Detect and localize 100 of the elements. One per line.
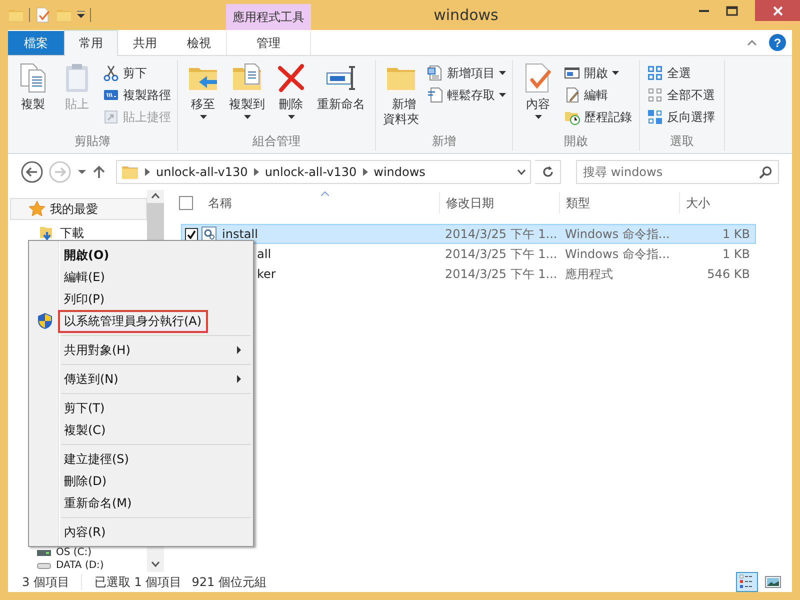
type-cell-text: Windows 命令指... (564, 226, 671, 242)
menu-item[interactable]: 剪下(T) (31, 397, 251, 419)
list-icon (739, 574, 755, 590)
nav-item[interactable]: 下載 (10, 222, 147, 244)
help-button[interactable]: ? (769, 34, 786, 51)
maximize-icon (726, 6, 738, 16)
submenu-arrow-icon (237, 346, 241, 354)
file-menu-button[interactable]: 檔案 (8, 31, 64, 55)
folder-icon (8, 7, 24, 23)
ribbon-button[interactable]: 輕鬆存取 (424, 84, 509, 106)
selection-size: 921 個位元組 (192, 574, 266, 590)
collapse-ribbon-button[interactable] (747, 40, 757, 46)
refresh-button[interactable] (535, 160, 561, 184)
date-cell-text: 2014/3/25 下午 1... (444, 266, 558, 282)
breadcrumb[interactable]: unlock-all-v130 (264, 165, 357, 179)
ribbon-tab[interactable]: 檢視 (172, 31, 226, 55)
select-all-checkbox[interactable] (179, 196, 193, 210)
ribbon-button[interactable]: 複製 (12, 60, 54, 133)
address-bar[interactable]: unlock-all-v130 unlock-all-v130 windows (116, 160, 532, 184)
type-cell-text: 應用程式 (564, 266, 614, 282)
menu-item[interactable]: 刪除(D) (31, 470, 251, 492)
caret-icon (534, 115, 542, 119)
group-label: 剪貼簿 (74, 133, 110, 150)
ribbon-button[interactable]: 全選 (644, 62, 718, 84)
checkbox[interactable] (185, 228, 198, 240)
caret-icon (612, 71, 619, 75)
item-count: 3 個項目 (22, 574, 70, 590)
date-cell-text: 2014/3/25 下午 1... (444, 226, 558, 242)
highlighted-label: 以系統管理員身分執行(A) (58, 310, 208, 332)
column-header[interactable]: 類型 (560, 192, 680, 214)
ribbon-button[interactable]: 新增項目 (424, 62, 509, 84)
grid-icon (647, 65, 663, 81)
ribbon-button[interactable]: 重新命名 (314, 60, 368, 133)
ribbon-button[interactable]: 剪下 (100, 62, 174, 84)
up-button[interactable] (92, 165, 106, 179)
nav-item[interactable]: OS (C:) (10, 546, 147, 559)
menu-item[interactable]: 傳送到(N) (31, 368, 251, 390)
menu-item[interactable]: 開啟(O) (31, 244, 251, 266)
size-cell-text: 1 KB (721, 247, 751, 261)
gear-file-icon (201, 226, 217, 242)
file-name: install (222, 227, 258, 241)
close-icon (772, 6, 782, 16)
menu-item[interactable]: 建立捷徑(S) (31, 448, 251, 470)
grid-outline-icon (647, 87, 663, 103)
chevron-up-icon (747, 40, 757, 46)
ribbon-button[interactable]: 新增資料夾 (380, 60, 422, 133)
menu-item[interactable]: 列印(P) (31, 288, 251, 310)
back-button[interactable] (20, 160, 44, 184)
breadcrumb[interactable]: windows (374, 165, 426, 179)
column-header[interactable]: 名稱 (202, 192, 440, 214)
close-button[interactable] (755, 0, 800, 21)
refresh-icon (542, 166, 554, 178)
page-check-icon (35, 7, 51, 23)
star-icon (29, 201, 45, 217)
folder-download-icon (39, 225, 55, 241)
group-label: 選取 (670, 133, 694, 150)
ribbon-button[interactable]: 編輯 (561, 84, 635, 106)
ribbon-button[interactable]: 複製路徑 (100, 84, 174, 106)
menu-item[interactable]: 以系統管理員身分執行(A) (31, 310, 251, 332)
folder-clock-icon (564, 109, 580, 125)
new-item-icon (427, 65, 443, 81)
nav-item[interactable]: DATA (D:) (10, 559, 147, 572)
column-header[interactable]: 大小 (680, 192, 756, 214)
ribbon-button[interactable]: 開啟 (561, 62, 635, 84)
menu-item[interactable]: 重新命名(M) (31, 492, 251, 514)
type-cell-text: Windows 命令指... (564, 246, 671, 262)
back-icon (20, 160, 44, 184)
shortcut-icon (103, 109, 119, 125)
menu-item[interactable]: 複製(C) (31, 419, 251, 441)
search-field[interactable]: 搜尋 windows (576, 160, 779, 184)
caret-icon (200, 115, 206, 119)
details-view-button[interactable] (736, 572, 758, 592)
chevron-right-icon (254, 168, 259, 176)
ribbon-button[interactable]: 複製到 (226, 60, 268, 133)
ribbon-tab[interactable]: 常用 (64, 30, 118, 56)
menu-item[interactable]: 共用對象(H) (31, 339, 251, 361)
ribbon-button[interactable]: 歷程記錄 (561, 106, 635, 128)
breadcrumb[interactable]: unlock-all-v130 (156, 165, 248, 179)
caret-icon (288, 115, 294, 119)
ribbon-tab[interactable]: 共用 (118, 31, 172, 55)
file-row[interactable]: install 2014/3/25 下午 1... Windows 命令指... 1 KB (181, 224, 756, 244)
ribbon-button[interactable]: 反向選擇 (644, 106, 718, 128)
ribbon-button[interactable]: 全部不選 (644, 84, 718, 106)
ribbon-button[interactable]: 內容 (517, 60, 559, 133)
grid-mixed-icon (647, 109, 663, 125)
column-header[interactable]: 修改日期 (440, 192, 560, 214)
date-cell-text: 2014/3/25 下午 1... (444, 246, 558, 262)
caret-icon (244, 115, 250, 119)
nav-item[interactable]: 我的最愛 (10, 198, 147, 220)
size-cell-text: 1 KB (721, 227, 751, 241)
ribbon-button[interactable]: 刪除 (270, 60, 312, 133)
ribbon-button[interactable]: 移至 (182, 60, 224, 133)
menu-item[interactable]: 內容(R) (31, 521, 251, 543)
dropdown-icon (77, 11, 85, 19)
ribbon-tab[interactable]: 管理 (226, 31, 311, 55)
delete-icon (275, 62, 307, 94)
chevron-right-icon (145, 168, 150, 176)
forward-icon (48, 160, 72, 184)
menu-item[interactable]: 編輯(E) (31, 266, 251, 288)
drive-icon (37, 562, 51, 568)
